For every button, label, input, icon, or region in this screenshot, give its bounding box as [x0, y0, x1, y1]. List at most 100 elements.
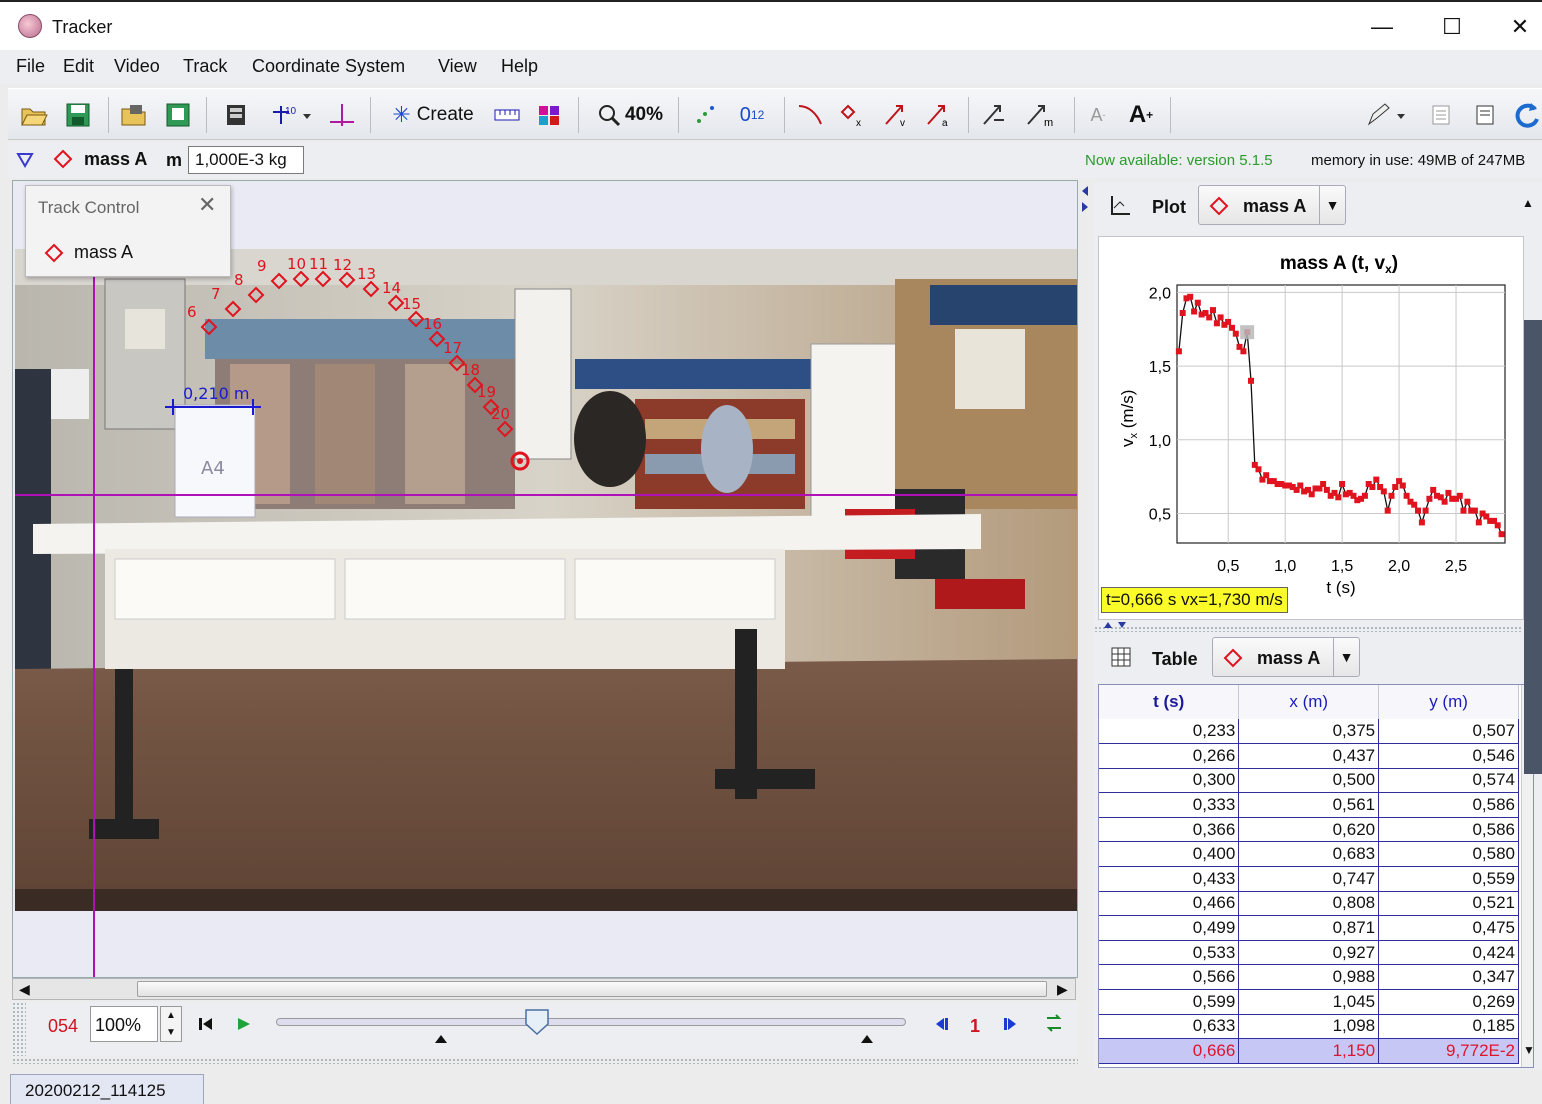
step-size[interactable]: 1: [970, 1016, 980, 1037]
plot-area[interactable]: mass A (t, vx) vx (m/s) t (s) 0,5 1,0 1,5 2…: [1098, 236, 1524, 620]
vx-data-point[interactable]: [1460, 507, 1467, 514]
cell-t[interactable]: 0,666: [1099, 1038, 1240, 1064]
vx-data-point[interactable]: [1213, 320, 1220, 327]
cell-y[interactable]: 0,507: [1378, 719, 1519, 745]
scroll-right-icon[interactable]: ▶: [1057, 981, 1068, 998]
cell-t[interactable]: 0,499: [1099, 915, 1240, 941]
trajectory-point[interactable]: 16: [423, 315, 446, 348]
cell-x[interactable]: 0,747: [1238, 866, 1380, 892]
cell-t[interactable]: 0,233: [1099, 719, 1240, 745]
velocity-vector-icon[interactable]: v: [880, 99, 912, 131]
menu-help[interactable]: Help: [501, 56, 538, 77]
menu-video[interactable]: Video: [114, 56, 160, 77]
vx-data-point[interactable]: [1232, 330, 1239, 337]
track-control-item[interactable]: mass A: [44, 242, 133, 263]
table-row[interactable]: 0,400 0,683 0,580: [1099, 841, 1519, 868]
trajectory-point[interactable]: 7: [211, 285, 242, 318]
cell-y[interactable]: 0,424: [1378, 940, 1519, 966]
cell-y[interactable]: 9,772E-2: [1378, 1038, 1519, 1064]
vx-data-point[interactable]: [1320, 481, 1327, 487]
trajectory-point[interactable]: 9: [257, 257, 288, 290]
vx-data-point[interactable]: [1179, 310, 1186, 316]
vx-data-point[interactable]: [1323, 486, 1330, 493]
table-row[interactable]: 0,599 1,045 0,269: [1099, 989, 1519, 1015]
cell-x[interactable]: 0,988: [1238, 964, 1380, 991]
path-line-icon[interactable]: [794, 99, 826, 131]
vx-data-point[interactable]: [1380, 488, 1387, 495]
vx-data-point[interactable]: [1403, 492, 1410, 499]
vx-data-point[interactable]: [1335, 494, 1342, 501]
vx-data-point[interactable]: [1418, 519, 1425, 526]
cell-x[interactable]: 1,150: [1238, 1038, 1380, 1064]
vx-data-point[interactable]: [1263, 472, 1270, 479]
vx-data-point[interactable]: [1456, 492, 1463, 499]
trajectory-point[interactable]: 15: [402, 295, 425, 328]
vx-data-point[interactable]: [1475, 519, 1482, 526]
cell-t[interactable]: 0,400: [1099, 841, 1240, 868]
vx-data-point[interactable]: [1392, 484, 1399, 490]
selected-data-point[interactable]: [1240, 325, 1255, 340]
open-video-icon[interactable]: [118, 99, 150, 131]
vx-data-point[interactable]: [1225, 318, 1232, 325]
cell-x[interactable]: 1,098: [1238, 1014, 1380, 1040]
vx-data-point[interactable]: [1445, 489, 1452, 496]
vx-data-point[interactable]: [1308, 491, 1315, 498]
col-y[interactable]: y (m): [1378, 685, 1519, 719]
pencil-drawing-icon[interactable]: [1364, 99, 1410, 131]
table-row[interactable]: 0,333 0,561 0,586: [1099, 792, 1519, 818]
zoom-button[interactable]: 40%: [594, 99, 666, 131]
vx-data-point[interactable]: [1399, 482, 1406, 489]
vx-data-point[interactable]: [1240, 348, 1247, 355]
track-control-panel[interactable]: Track Control ✕ mass A: [25, 185, 231, 277]
current-point-marker[interactable]: [510, 451, 530, 471]
frame-number[interactable]: 054: [48, 1016, 78, 1037]
close-button[interactable]: ✕: [1500, 10, 1540, 44]
vx-data-point[interactable]: [1255, 466, 1262, 473]
cell-y[interactable]: 0,475: [1378, 915, 1519, 941]
plot-tab-label[interactable]: Plot: [1152, 197, 1186, 218]
trajectory-point[interactable]: 14: [382, 279, 405, 312]
menu-view[interactable]: View: [438, 56, 477, 77]
vx-data-point[interactable]: [1384, 507, 1391, 514]
table-row[interactable]: 0,433 0,747 0,559: [1099, 866, 1519, 892]
cell-y[interactable]: 0,347: [1378, 964, 1519, 991]
cell-x[interactable]: 1,045: [1238, 989, 1380, 1015]
vx-data-point[interactable]: [1441, 498, 1448, 505]
open-folder-icon[interactable]: [18, 99, 50, 131]
menu-coordinate-system[interactable]: Coordinate System: [252, 56, 405, 77]
vx-data-point[interactable]: [1388, 492, 1395, 499]
vx-plot[interactable]: mass A (t, vx) vx (m/s) t (s) 0,5 1,0 1,5 2…: [1099, 237, 1525, 621]
vx-data-point[interactable]: [1191, 308, 1198, 315]
minimize-button[interactable]: —: [1362, 10, 1402, 44]
cell-t[interactable]: 0,599: [1099, 989, 1240, 1015]
trajectory-point[interactable]: 11: [309, 255, 332, 288]
vx-data-point[interactable]: [1373, 476, 1380, 483]
frame-slider[interactable]: [276, 1018, 906, 1026]
notes-icon[interactable]: [1428, 99, 1454, 131]
trajectory-overlay[interactable]: 6789 10 11 12 13 14151617 18 19 20: [13, 181, 1078, 978]
collapse-up-icon[interactable]: ▲: [1522, 196, 1534, 210]
trail-icon[interactable]: [692, 99, 720, 131]
cell-y[interactable]: 0,586: [1378, 817, 1519, 843]
cell-y[interactable]: 0,559: [1378, 866, 1519, 892]
rate-field[interactable]: 100%: [90, 1006, 158, 1042]
vx-data-point[interactable]: [1210, 307, 1216, 314]
cell-t[interactable]: 0,300: [1099, 768, 1240, 794]
col-x[interactable]: x (m): [1238, 685, 1380, 719]
cell-x[interactable]: 0,375: [1238, 719, 1380, 745]
horizontal-scrollbar[interactable]: ◀ ▶: [12, 978, 1076, 1000]
font-smaller-icon[interactable]: A-: [1084, 99, 1112, 131]
cell-y[interactable]: 0,574: [1378, 768, 1519, 794]
track-control-close-icon[interactable]: ✕: [198, 192, 216, 218]
cell-x[interactable]: 0,927: [1238, 940, 1380, 966]
description-icon[interactable]: [1472, 99, 1498, 131]
vx-data-point[interactable]: [1206, 314, 1213, 321]
table-row[interactable]: 0,366 0,620 0,586: [1099, 817, 1519, 843]
vx-data-point[interactable]: [1422, 507, 1429, 514]
end-marker-icon[interactable]: [860, 1034, 874, 1044]
cell-t[interactable]: 0,566: [1099, 964, 1240, 991]
vx-data-point[interactable]: [1187, 293, 1194, 300]
refresh-icon[interactable]: [1512, 99, 1542, 131]
vx-data-point[interactable]: [1361, 492, 1368, 499]
rate-spinner[interactable]: ▲ ▼: [160, 1006, 182, 1042]
